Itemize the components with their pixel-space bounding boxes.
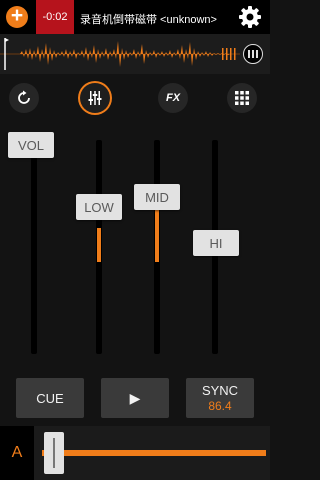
gear-icon — [239, 6, 261, 28]
fx-tab-button[interactable]: FX — [158, 83, 188, 113]
deck-strip: A — [0, 426, 270, 480]
add-icon: + — [10, 4, 24, 27]
equalizer-icon — [88, 91, 102, 105]
low-eq-fill — [97, 228, 101, 262]
sync-label: SYNC — [201, 383, 239, 398]
track-title[interactable]: 录音机倒带磁带 <unknown> — [80, 11, 234, 27]
waveform-graphic — [0, 38, 240, 70]
transport-bar: CUE ▶ SYNC 86.4 — [0, 368, 270, 426]
play-icon: ▶ — [129, 389, 141, 406]
crossfader-track[interactable] — [42, 450, 266, 456]
mixer-panel: VOL LOW MID HI — [0, 122, 270, 368]
pads-grid-icon — [235, 91, 249, 105]
top-bar: + -0:02 录音机倒带磁带 <unknown> — [0, 0, 270, 34]
tool-row: FX — [0, 74, 270, 122]
sync-loop-button[interactable] — [9, 83, 39, 113]
fx-icon: FX — [165, 92, 181, 104]
sync-button[interactable]: SYNC 86.4 — [186, 378, 254, 418]
sync-icon — [18, 90, 30, 104]
waveform-zoom-button[interactable] — [243, 44, 263, 64]
low-eq-track[interactable] — [96, 140, 102, 354]
vol-fader-knob[interactable]: VOL — [8, 132, 54, 158]
settings-button[interactable] — [237, 4, 263, 30]
hi-eq-knob[interactable]: HI — [193, 230, 239, 256]
cue-button[interactable]: CUE — [16, 378, 84, 418]
deck-a-label[interactable]: A — [0, 426, 34, 480]
mid-eq-fill — [155, 210, 159, 262]
grid-icon — [248, 50, 250, 58]
add-track-button[interactable]: + — [6, 4, 28, 28]
pads-tab-button[interactable] — [227, 83, 257, 113]
mid-eq-track[interactable] — [154, 140, 160, 354]
vol-fader-track[interactable] — [31, 132, 37, 354]
waveform-overview[interactable] — [0, 34, 270, 74]
cue-label: CUE — [36, 390, 64, 406]
play-button[interactable]: ▶ — [101, 378, 169, 418]
crossfader-knob[interactable] — [44, 432, 64, 474]
equalizer-tab-button[interactable] — [80, 83, 110, 113]
time-remaining: -0:02 — [36, 0, 74, 34]
low-eq-knob[interactable]: LOW — [76, 194, 122, 220]
mid-eq-knob[interactable]: MID — [134, 184, 180, 210]
bpm-value: 86.4 — [208, 399, 232, 413]
